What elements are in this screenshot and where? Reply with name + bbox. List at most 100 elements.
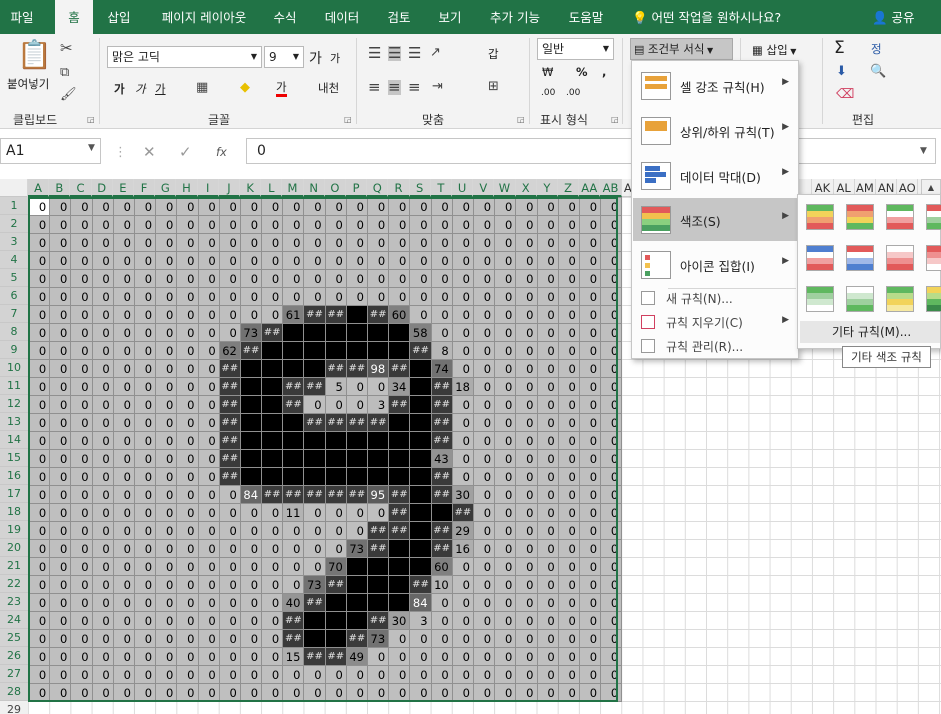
fill-color-icon[interactable]: ◆ (240, 81, 250, 94)
cell[interactable]: 0 (49, 539, 72, 558)
cell[interactable]: 0 (70, 557, 93, 576)
cell[interactable]: 0 (494, 647, 517, 666)
cell[interactable]: 0 (133, 197, 157, 216)
cell[interactable]: 34 (388, 377, 411, 396)
row-header[interactable]: 28 (0, 683, 28, 701)
cell[interactable]: 0 (409, 215, 432, 234)
cell[interactable]: ## (409, 575, 432, 594)
color-scale-swatch-icon[interactable] (806, 204, 834, 230)
cell[interactable]: 0 (155, 323, 178, 342)
increase-font-button[interactable]: 가 (309, 48, 322, 68)
cell[interactable]: ## (451, 503, 474, 522)
cell[interactable]: 0 (133, 269, 157, 288)
row-header[interactable]: 29 (0, 701, 28, 714)
cell[interactable]: 0 (155, 251, 178, 270)
cell[interactable]: 0 (197, 269, 220, 288)
cell[interactable]: ## (345, 485, 369, 504)
cell[interactable]: 30 (388, 611, 411, 630)
cell[interactable]: 0 (112, 359, 135, 378)
cell[interactable] (388, 593, 411, 612)
menu-item-manage-rules[interactable]: 규칙 관리(R)... (633, 334, 797, 358)
cell[interactable]: ## (282, 395, 305, 414)
cell[interactable]: 0 (494, 593, 517, 612)
column-header[interactable]: U (452, 179, 474, 197)
cell[interactable]: 0 (557, 485, 580, 504)
cell[interactable] (345, 323, 369, 342)
cell[interactable]: 0 (303, 395, 326, 414)
column-header[interactable]: O (324, 179, 346, 197)
cell[interactable]: 0 (197, 647, 220, 666)
cell[interactable]: 0 (578, 521, 602, 540)
decrease-font-button[interactable]: 가 (330, 50, 340, 66)
cell[interactable]: 0 (303, 215, 326, 234)
cell[interactable]: 0 (155, 215, 178, 234)
cell[interactable]: 0 (70, 629, 93, 648)
cell[interactable]: 0 (515, 539, 538, 558)
cell[interactable]: 30 (451, 485, 474, 504)
tab-view[interactable]: 보기 (431, 0, 469, 34)
cell[interactable]: 0 (176, 413, 199, 432)
cell[interactable]: 0 (27, 251, 51, 270)
cell[interactable]: 0 (197, 611, 220, 630)
cell[interactable]: 10 (430, 575, 453, 594)
font-name-select[interactable]: 맑은 고딕 ▼ (107, 46, 262, 68)
cell[interactable]: 0 (133, 539, 157, 558)
cell[interactable]: 0 (27, 629, 51, 648)
cell[interactable]: 0 (27, 197, 51, 216)
cell[interactable]: 0 (218, 269, 241, 288)
cell[interactable]: ## (282, 377, 305, 396)
cell[interactable]: 0 (536, 557, 559, 576)
cell[interactable]: 0 (133, 323, 157, 342)
cell[interactable]: 0 (557, 197, 580, 216)
cell[interactable]: 0 (515, 251, 538, 270)
column-header[interactable]: F (134, 179, 156, 197)
cell[interactable]: 0 (239, 305, 263, 324)
cell[interactable]: 0 (27, 503, 51, 522)
cell[interactable]: 0 (218, 629, 241, 648)
cell[interactable]: 0 (515, 233, 538, 252)
cell[interactable]: 0 (557, 683, 580, 702)
cell[interactable]: 0 (536, 269, 559, 288)
color-scale-swatch-icon[interactable] (846, 245, 874, 271)
cell[interactable]: 0 (176, 647, 199, 666)
cell[interactable] (366, 467, 390, 486)
cell[interactable]: 0 (303, 197, 326, 216)
cell[interactable]: 0 (218, 287, 241, 306)
cell[interactable] (239, 431, 263, 450)
cell[interactable]: 0 (91, 593, 114, 612)
cell[interactable]: 0 (388, 647, 411, 666)
cell[interactable]: 0 (239, 665, 263, 684)
percent-button[interactable]: % (576, 65, 588, 79)
cell[interactable]: 0 (27, 359, 51, 378)
menu-item-new-rule[interactable]: 새 규칙(N)... (633, 286, 797, 310)
cell[interactable]: 11 (282, 503, 305, 522)
cell[interactable]: 0 (133, 431, 157, 450)
currency-button[interactable]: ₩ (542, 65, 553, 79)
cell[interactable]: 0 (515, 611, 538, 630)
cell[interactable]: 0 (49, 575, 72, 594)
cell[interactable]: 0 (112, 575, 135, 594)
cell[interactable]: 0 (578, 467, 602, 486)
cell[interactable]: 0 (197, 251, 220, 270)
cell[interactable]: 0 (49, 683, 72, 702)
cell[interactable]: 0 (155, 593, 178, 612)
cell[interactable]: 95 (366, 485, 390, 504)
cell[interactable]: 0 (27, 521, 51, 540)
cell[interactable]: 0 (70, 611, 93, 630)
cell[interactable]: 0 (557, 665, 580, 684)
cell[interactable]: 0 (409, 197, 432, 216)
cell[interactable]: 0 (494, 377, 517, 396)
cell[interactable]: 0 (112, 287, 135, 306)
cell[interactable]: 0 (218, 503, 241, 522)
cell[interactable]: 0 (197, 197, 220, 216)
cell[interactable]: 0 (557, 449, 580, 468)
underline-button[interactable]: 가 (155, 81, 166, 97)
cell[interactable]: 0 (91, 557, 114, 576)
cell[interactable] (303, 467, 326, 486)
cell[interactable]: 0 (49, 233, 72, 252)
cell[interactable]: 0 (91, 341, 114, 360)
sort-filter-button[interactable]: 정 (871, 41, 882, 57)
cell[interactable]: 0 (176, 521, 199, 540)
cell[interactable]: 0 (176, 611, 199, 630)
merge-center-icon[interactable]: ⊞ (488, 80, 499, 93)
